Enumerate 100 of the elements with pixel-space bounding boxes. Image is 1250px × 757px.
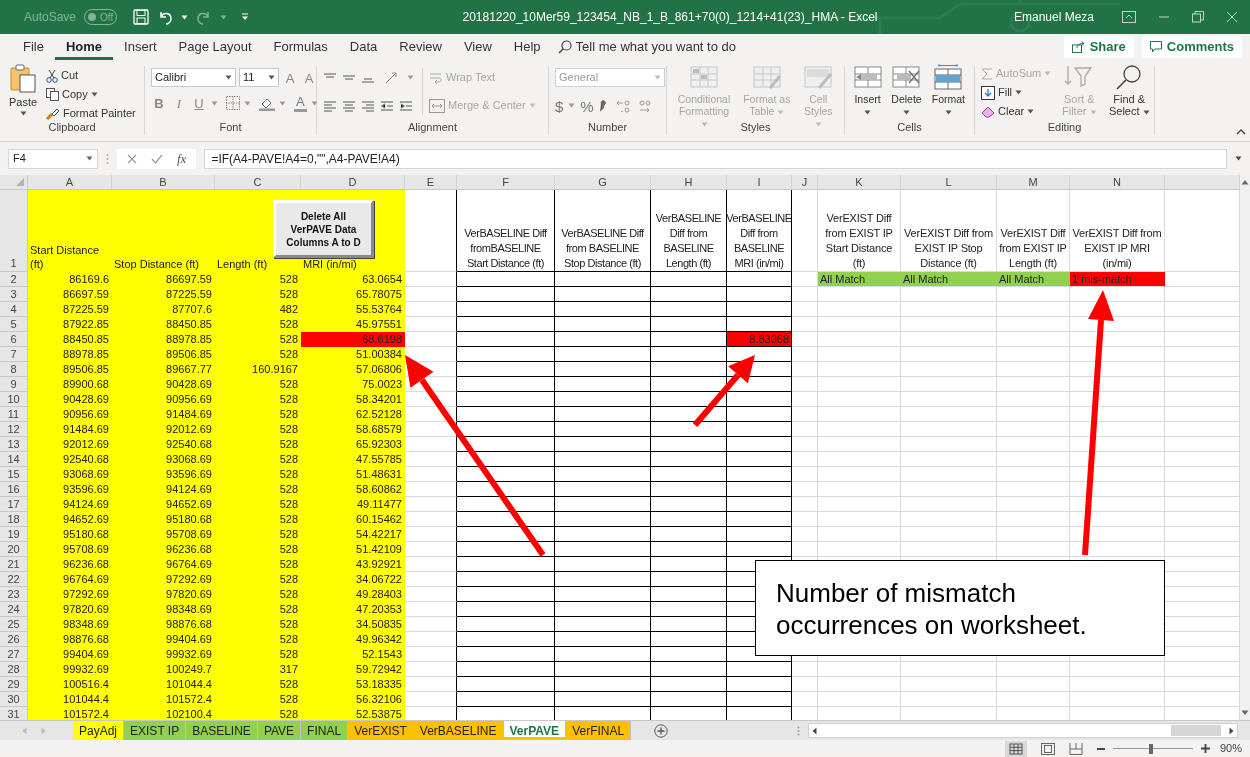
menu-tab[interactable]: View (452, 34, 503, 60)
row-header[interactable]: 18 (0, 512, 28, 527)
decrease-indent-icon[interactable] (380, 99, 394, 112)
ribbon-display-icon[interactable] (1122, 11, 1136, 23)
row-header[interactable]: 2 (0, 272, 28, 287)
menu-tab[interactable]: Data (338, 34, 389, 60)
find-select-button[interactable]: Find & Select (1107, 64, 1152, 117)
row-header[interactable]: 15 (0, 467, 28, 482)
customize-caret-icon[interactable] (241, 13, 250, 21)
row-header[interactable]: 6 (0, 332, 28, 347)
column-header[interactable]: M (1028, 175, 1038, 191)
align-center-icon[interactable] (342, 99, 356, 112)
ribbon-button[interactable]: Insert (851, 64, 885, 117)
ribbon-button[interactable]: Format (928, 64, 968, 117)
add-sheet-icon[interactable] (654, 723, 669, 738)
scroll-right-icon[interactable] (1229, 726, 1234, 735)
increase-decimal-icon[interactable] (615, 98, 632, 113)
close-icon[interactable] (1226, 11, 1238, 23)
undo-icon[interactable] (157, 9, 174, 25)
percent-button[interactable]: % (580, 96, 594, 115)
column-header[interactable]: N (1113, 175, 1121, 191)
font-color-button[interactable]: A (294, 94, 307, 112)
row-header[interactable]: 13 (0, 437, 28, 452)
row-header[interactable]: 22 (0, 572, 28, 587)
align-left-icon[interactable] (323, 99, 337, 112)
row-header[interactable]: 26 (0, 632, 28, 647)
split-handle-icon[interactable] (797, 725, 800, 736)
row-header[interactable]: 31 (0, 707, 28, 720)
sheet-tab[interactable]: EXIST IP (124, 721, 187, 740)
tell-me-field[interactable]: Tell me what you want to do (575, 37, 776, 57)
row-header[interactable]: 17 (0, 497, 28, 512)
page-break-icon[interactable] (1068, 742, 1083, 755)
sheet-tab[interactable]: VerFINAL (566, 721, 632, 740)
column-header[interactable]: J (801, 175, 808, 191)
delete-data-button[interactable]: Delete All VerPAVE Data Columns A to D (273, 200, 374, 258)
collapse-ribbon-icon[interactable] (1236, 129, 1246, 135)
row-header[interactable]: 7 (0, 347, 28, 362)
sheet-tab[interactable]: VerEXIST (348, 721, 414, 740)
scroll-thumb[interactable] (1171, 725, 1221, 736)
slider-thumb[interactable] (1148, 743, 1153, 754)
copy-button[interactable]: Copy (46, 85, 136, 104)
sheet-tab[interactable]: FINAL (301, 721, 349, 740)
column-header[interactable]: H (684, 175, 693, 191)
column-header[interactable]: F (502, 175, 509, 191)
currency-button[interactable]: $ (555, 96, 564, 115)
zoom-slider[interactable] (1112, 742, 1193, 755)
row-header[interactable]: 21 (0, 557, 28, 572)
paste-button[interactable]: Paste (6, 64, 40, 116)
row-header[interactable]: 16 (0, 482, 28, 497)
decrease-decimal-icon[interactable] (636, 98, 653, 113)
row-header[interactable]: 11 (0, 407, 28, 422)
menu-tab[interactable]: Help (502, 34, 552, 60)
fill-button[interactable]: Fill (981, 83, 1052, 102)
row-header[interactable]: 1 (0, 190, 28, 272)
zoom-level[interactable]: 90% (1219, 740, 1242, 757)
column-header[interactable]: C (253, 175, 262, 191)
cut-button[interactable]: Cut (46, 66, 136, 85)
cancel-icon[interactable] (127, 153, 137, 164)
ribbon-button[interactable]: Delete (888, 64, 925, 117)
row-header[interactable]: 30 (0, 692, 28, 707)
scroll-down-icon[interactable] (1241, 710, 1249, 716)
sheet-tab[interactable]: VerBASELINE (413, 721, 504, 740)
scroll-up-icon[interactable] (1241, 179, 1249, 185)
scroll-left-icon[interactable] (812, 726, 817, 735)
sheet-tab[interactable]: BASELINE (186, 721, 258, 740)
search-icon[interactable] (557, 40, 572, 54)
vertical-scrollbar[interactable] (1240, 175, 1250, 720)
caret-icon[interactable] (181, 14, 189, 20)
sheet-tab[interactable]: PayAdj (73, 721, 125, 740)
row-header[interactable]: 12 (0, 422, 28, 437)
comma-style-icon[interactable] (598, 99, 607, 112)
formula-field[interactable]: =IF(A4-PAVE!A4=0,"",A4-PAVE!A4) (204, 148, 1227, 169)
font-size-field[interactable]: 11 (239, 68, 279, 87)
row-header[interactable]: 5 (0, 317, 28, 332)
sheet-tab[interactable]: PAVE (257, 721, 302, 740)
column-header[interactable]: E (426, 175, 435, 191)
row-header[interactable]: 27 (0, 647, 28, 662)
row-header[interactable]: 25 (0, 617, 28, 632)
menu-tab[interactable]: Review (388, 34, 453, 60)
menu-tab[interactable]: Insert (113, 34, 168, 60)
align-right-icon[interactable] (361, 99, 375, 112)
menu-tab[interactable]: Formulas (262, 34, 339, 60)
column-header[interactable]: I (757, 175, 761, 191)
menu-tab[interactable]: Page Layout (167, 34, 263, 60)
row-header[interactable]: 28 (0, 662, 28, 677)
column-header[interactable]: A (65, 175, 74, 191)
row-header[interactable]: 10 (0, 392, 28, 407)
caret-icon[interactable] (1235, 156, 1242, 161)
borders-icon[interactable] (226, 96, 240, 110)
row-header[interactable]: 19 (0, 527, 28, 542)
row-header[interactable]: 9 (0, 377, 28, 392)
column-header[interactable]: K (855, 175, 863, 191)
row-header[interactable]: 3 (0, 287, 28, 302)
increase-indent-icon[interactable] (399, 99, 413, 112)
column-header[interactable]: D (348, 175, 357, 191)
row-header[interactable]: 20 (0, 542, 28, 557)
zoom-in-icon[interactable] (1200, 744, 1210, 753)
font-name-field[interactable]: Calibri (151, 68, 236, 87)
page-layout-icon[interactable] (1040, 742, 1055, 755)
menu-tab[interactable]: File (12, 34, 55, 60)
